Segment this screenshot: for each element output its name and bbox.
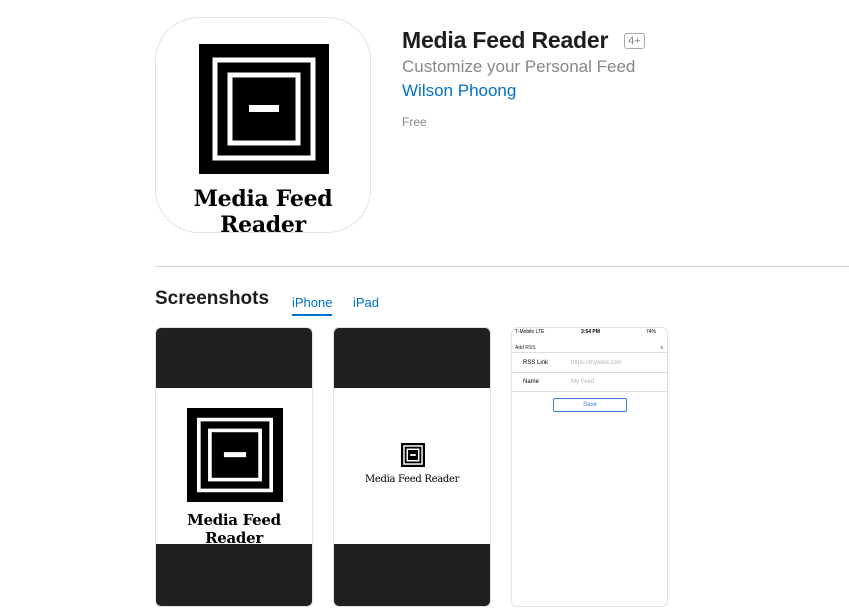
price-label: Free (402, 115, 427, 129)
screenshot-top-band (334, 328, 490, 388)
app-logo-icon (187, 408, 283, 502)
status-time: 3:54 PM (581, 329, 600, 335)
app-title: Media Feed Reader (402, 27, 609, 53)
screenshot-bottom-band (334, 544, 490, 606)
screenshot-top-band (156, 328, 312, 388)
section-divider (155, 266, 849, 267)
screenshots-heading: Screenshots (155, 288, 270, 309)
status-battery: 74% (646, 329, 657, 335)
screenshot-2[interactable]: Media Feed Reader (333, 327, 491, 607)
name-row: Name My Feed (512, 373, 667, 392)
screenshot-wordmark: Media Feed Reader (364, 474, 460, 485)
close-icon: x (660, 345, 664, 351)
name-placeholder: My Feed (571, 379, 595, 385)
add-rss-title: Add RSS (515, 345, 536, 351)
title-row: Media Feed Reader 4+ (402, 27, 645, 54)
tab-ipad[interactable]: iPad (353, 295, 379, 314)
app-icon: Media Feed Reader (155, 17, 371, 233)
screenshot-wordmark: Media Feed Reader (187, 511, 281, 547)
rss-link-label: RSS Link (523, 360, 549, 366)
app-logo-icon (199, 44, 329, 174)
screenshot-1[interactable]: Media Feed Reader (155, 327, 313, 607)
save-button-preview: Save (553, 398, 627, 412)
app-icon-wordmark: Media Feed Reader (193, 186, 333, 233)
age-rating-badge: 4+ (624, 32, 645, 49)
screenshot-bottom-band (156, 544, 312, 606)
screenshot-3[interactable]: T-Mobile LTE 3:54 PM 74% Add RSS x RSS L… (511, 327, 668, 607)
name-label: Name (523, 379, 540, 385)
status-carrier: T-Mobile LTE (515, 329, 545, 335)
developer-link[interactable]: Wilson Phoong (402, 81, 516, 101)
tab-iphone[interactable]: iPhone (292, 295, 333, 316)
rss-link-placeholder: https://myfeed.com (571, 360, 622, 366)
rss-link-row: RSS Link https://myfeed.com (512, 354, 667, 373)
app-logo-icon (401, 443, 425, 467)
add-rss-header: Add RSS x (512, 342, 667, 353)
app-subtitle: Customize your Personal Feed (402, 57, 636, 76)
phone-status-bar: T-Mobile LTE 3:54 PM 74% (512, 328, 667, 338)
